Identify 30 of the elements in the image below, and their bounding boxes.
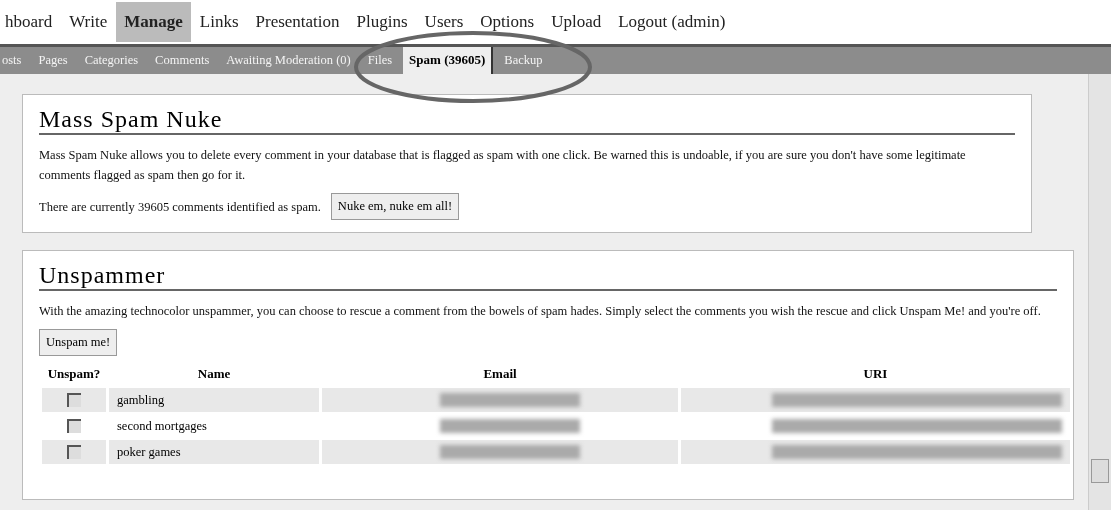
section-description: With the amazing technocolor unspammer, you can choose to rescue a comment from the bowels of spam hades. Simply select the comments you wish the rescue and click Unspam Me! and you're off. — [39, 303, 1042, 320]
nav-tab[interactable]: Logout (admin) — [610, 2, 734, 42]
nav-tab[interactable]: Options — [472, 2, 543, 42]
nav-tab[interactable]: Presentation — [247, 2, 348, 42]
nav-tab[interactable]: Write — [61, 2, 116, 42]
scrollbar-thumb[interactable] — [1091, 459, 1109, 483]
column-header: Name — [196, 365, 232, 383]
checkbox[interactable] — [67, 445, 81, 459]
column-header: Email — [482, 365, 518, 383]
section-heading: Unspammer — [39, 261, 1057, 291]
spam-count-text: There are currently 39605 comments identified as spam. — [39, 198, 321, 216]
nav-tab[interactable]: Links — [191, 2, 247, 42]
unspam-button[interactable]: Unspam me! — [39, 329, 118, 356]
table-cell: poker games — [109, 440, 319, 464]
nav-tab[interactable]: Users — [416, 2, 472, 42]
column-header: Unspam? — [46, 365, 102, 383]
checkbox[interactable] — [67, 393, 81, 407]
table-cell-text: second mortgages — [116, 417, 208, 435]
nav-tab[interactable]: Plugins — [348, 2, 416, 42]
table-cell: gambling — [109, 388, 319, 412]
nav-tab[interactable]: hboard — [0, 2, 61, 42]
column-header: URI — [862, 365, 889, 383]
section-description: Mass Spam Nuke allows you to delete every comment in your database that is flagged as spam with one click. Be warned this is undoable, if you are sure you don't have some legitimate comments flagged as spam then go for it. — [39, 147, 967, 184]
section-heading: Mass Spam Nuke — [39, 105, 1015, 135]
nuke-button[interactable]: Nuke em, nuke em all! — [330, 193, 460, 220]
subnav-tab[interactable]: Spam (39605) — [403, 47, 494, 74]
nav-tab[interactable]: Upload — [543, 2, 610, 42]
nav-tab[interactable]: Manage — [116, 2, 191, 42]
scrollbar[interactable] — [1088, 74, 1111, 510]
checkbox[interactable] — [67, 419, 81, 433]
